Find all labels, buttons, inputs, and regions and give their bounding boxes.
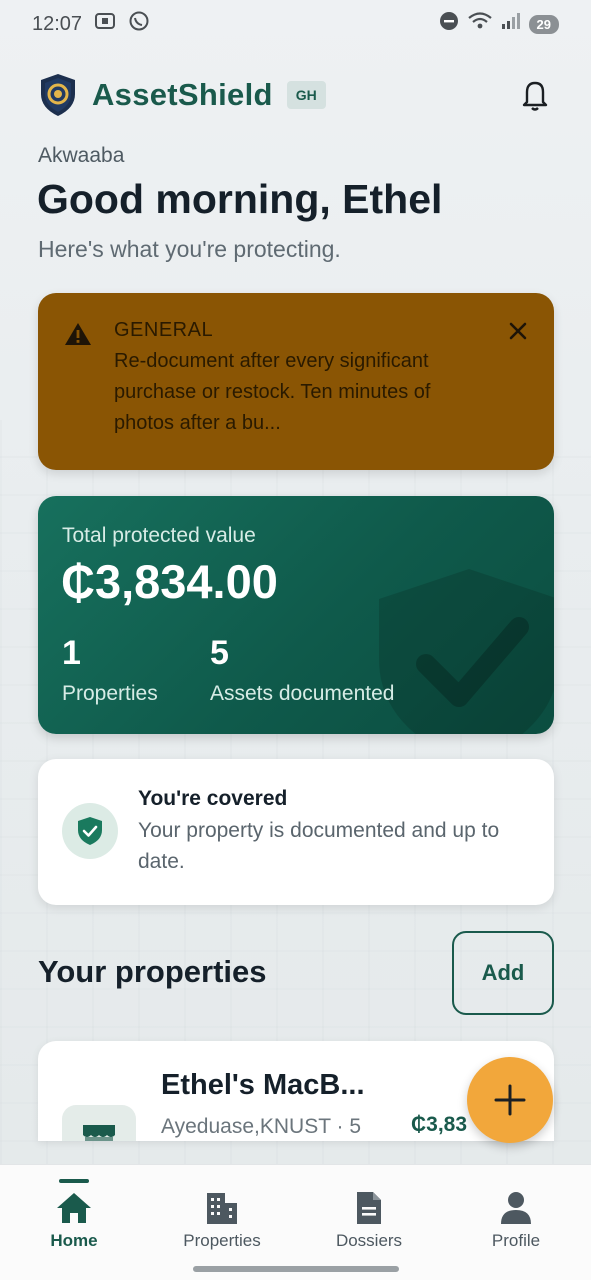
add-property-button[interactable]: Add [452,931,554,1015]
shield-watermark-icon [379,569,554,734]
wifi-icon [467,11,493,37]
greeting-description: Here's what you're protecting. [38,236,341,262]
coverage-status-card[interactable]: You're covered Your property is document… [38,759,554,905]
greeting-title: Good morning, Ethel [37,176,443,222]
nav-properties[interactable]: Properties [162,1165,282,1261]
alert-text: Re-document after every significant purc… [114,350,431,434]
app-header: AssetShield GH [38,68,555,122]
total-value-label: Total protected value [62,524,256,547]
bottom-navigation: Home Properties Dossiers Profile [0,1164,591,1280]
coverage-description: Your property is documented and up to da… [138,819,500,873]
bell-icon[interactable] [515,75,555,115]
assets-count: 5 [210,634,229,672]
plus-icon [494,1084,526,1116]
properties-count: 1 [62,634,81,672]
storefront-icon [62,1105,136,1141]
signal-icon [501,12,521,36]
alert-title: GENERAL [114,319,214,341]
status-time: 12:07 [32,12,83,35]
nav-home[interactable]: Home [14,1165,134,1261]
nav-dossiers[interactable]: Dossiers [309,1165,429,1261]
nav-profile-label: Profile [491,1231,541,1250]
add-fab-button[interactable] [467,1057,553,1143]
general-alert-card[interactable]: GENERAL Re-document after every signific… [38,293,554,470]
property-value: ₵3,83 [411,1113,468,1136]
properties-count-label: Properties [62,682,158,705]
region-badge[interactable]: GH [286,81,326,109]
property-meta: Ayeduase,KNUST · 5 [161,1115,361,1138]
person-icon [499,1189,533,1227]
assets-count-label: Assets documented [210,682,395,705]
document-icon [354,1189,384,1227]
total-value-amount: ₵3,834.00 [61,555,278,608]
nav-home-label: Home [50,1231,98,1250]
battery-icon: 29 [528,14,559,34]
close-icon[interactable] [506,319,530,343]
nav-properties-label: Properties [183,1231,261,1250]
protected-value-card[interactable]: Total protected value ₵3,834.00 1 Proper… [38,496,554,734]
nav-profile[interactable]: Profile [456,1165,576,1261]
building-icon [204,1189,240,1227]
warning-icon [64,321,92,349]
gesture-home-indicator[interactable] [193,1266,399,1272]
active-indicator [59,1179,89,1183]
coverage-title: You're covered [138,787,288,810]
shield-logo-icon [38,72,78,118]
home-icon [55,1189,93,1227]
screenshot-icon [94,11,116,37]
greeting-sub: Akwaaba [38,144,125,167]
whatsapp-icon [128,10,150,38]
property-name: Ethel's MacB... [161,1069,365,1101]
nav-dossiers-label: Dossiers [335,1231,403,1250]
app-title: AssetShield [92,77,273,112]
status-bar: 12:07 29 [0,0,591,48]
properties-section-title: Your properties [38,954,267,989]
shield-check-icon [62,803,118,859]
do-not-disturb-icon [439,11,459,37]
